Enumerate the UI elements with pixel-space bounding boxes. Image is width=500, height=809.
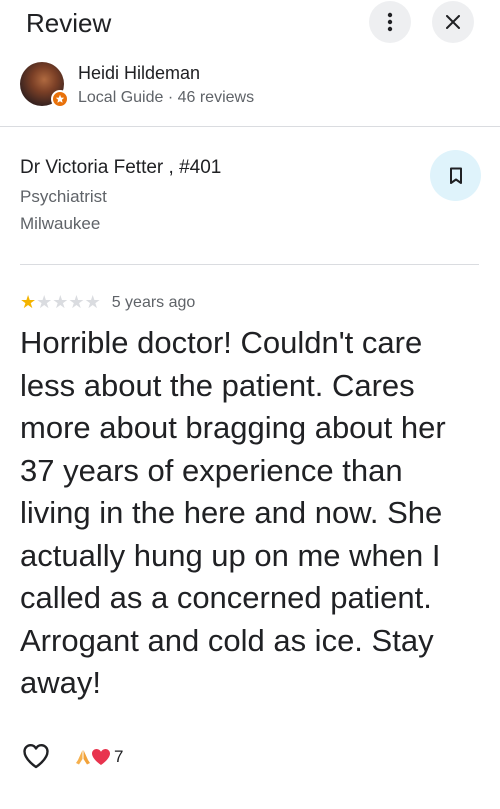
page-title: Review	[26, 8, 112, 38]
heart-outline-icon	[23, 744, 49, 769]
close-icon	[446, 15, 460, 29]
reaction-count: 7	[114, 747, 124, 766]
star-empty-icon: ★	[36, 292, 53, 312]
place-city: Milwaukee	[20, 214, 101, 233]
place-name[interactable]: Dr Victoria Fetter , #401	[20, 157, 221, 179]
local-guide-badge-icon	[51, 90, 69, 108]
more-options-button[interactable]	[369, 1, 411, 43]
review-age: 5 years ago	[111, 294, 196, 311]
like-button[interactable]	[22, 743, 50, 769]
place-type: Psychiatrist	[20, 187, 107, 206]
author-name[interactable]: Heidi Hildeman	[78, 63, 200, 84]
rating-row: ★★★★★ 5 years ago	[20, 293, 195, 313]
divider	[20, 264, 479, 265]
divider	[0, 126, 500, 127]
star-empty-icon: ★	[84, 292, 101, 312]
star-filled-icon: ★	[20, 292, 37, 312]
top-bar: Review	[0, 0, 500, 50]
author-meta: Local Guide · 46 reviews	[78, 89, 255, 106]
heart-icon	[92, 749, 110, 765]
close-button[interactable]	[432, 1, 474, 43]
star-empty-icon: ★	[68, 292, 85, 312]
review-author[interactable]: Heidi Hildeman Local Guide · 46 reviews	[20, 60, 480, 112]
star-empty-icon: ★	[52, 292, 69, 312]
more-vert-icon	[387, 12, 393, 32]
star-rating: ★★★★★	[20, 293, 101, 313]
save-button[interactable]	[430, 150, 481, 201]
praying-hands-icon	[76, 750, 90, 765]
bookmark-icon	[449, 167, 462, 184]
review-text: Horrible doctor! Couldn't care less abou…	[20, 325, 446, 700]
reactions[interactable]: 7	[75, 745, 123, 769]
